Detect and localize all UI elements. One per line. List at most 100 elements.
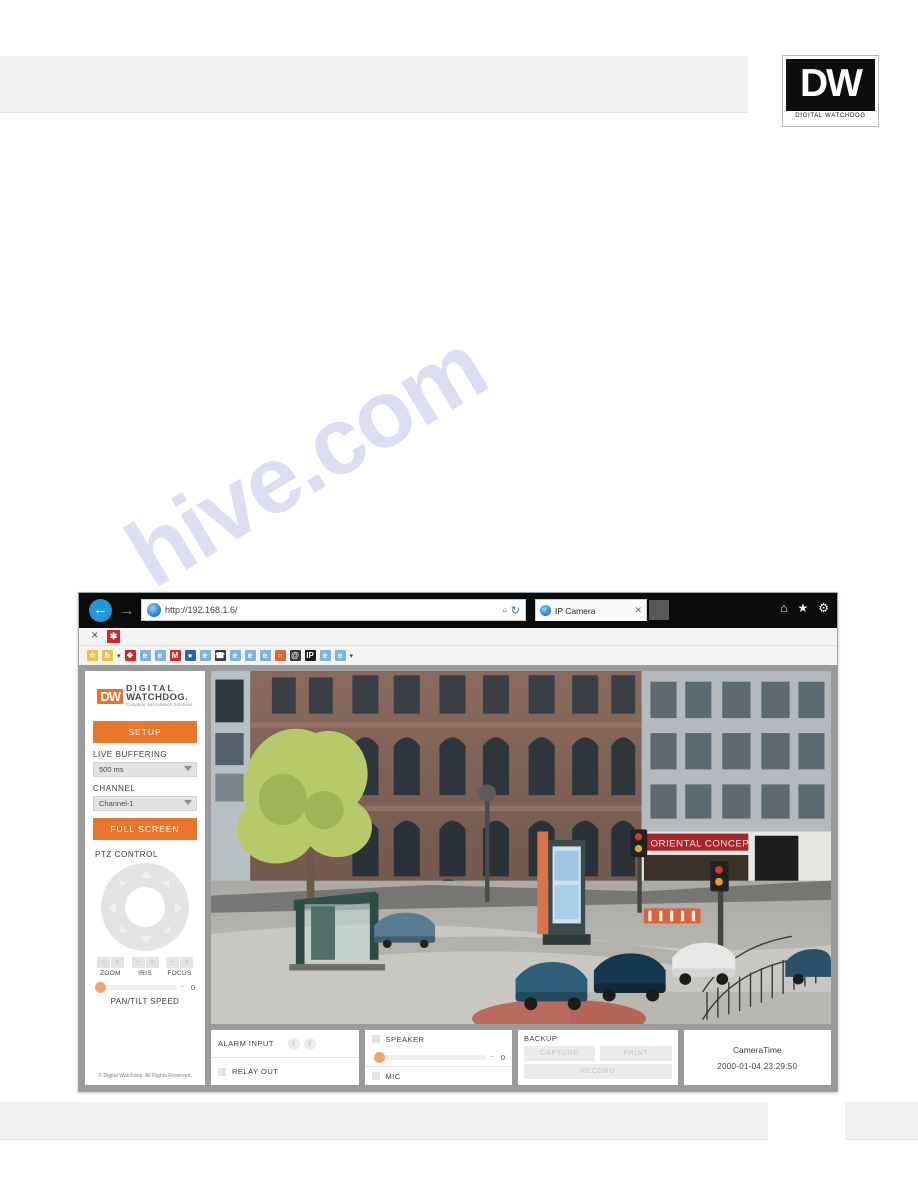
pan-tilt-speed-label: PAN/TILT SPEED (110, 997, 180, 1006)
ptz-up-left-icon[interactable] (116, 877, 128, 889)
strip-close-icon[interactable]: ✕ (91, 630, 99, 641)
home-icon[interactable]: ⌂ (780, 602, 787, 614)
pan-tilt-speed-slider[interactable]: − 0 (95, 982, 195, 993)
favorite-circle-icon[interactable]: ○ (274, 650, 286, 661)
alarm-input-1[interactable]: 1 (287, 1037, 300, 1050)
favorite-phone-icon[interactable]: ☎ (214, 650, 226, 661)
favorite-page-icon-4[interactable]: e (229, 650, 241, 661)
favorite-page-icon-8[interactable]: e (334, 650, 346, 661)
dw-logo-mark: DW (786, 59, 875, 111)
focus-far-button[interactable]: + (180, 957, 193, 968)
tab-title: IP Camera (555, 605, 596, 616)
audio-panel: SPEAKER − 0 MIC (364, 1030, 513, 1085)
print-button[interactable]: PRINT (600, 1046, 672, 1061)
pan-tilt-speed-knob[interactable] (95, 982, 106, 993)
favorite-caret-icon[interactable]: ▾ (117, 652, 121, 660)
favorite-bing-icon[interactable]: b (102, 650, 113, 661)
ptz-down-right-icon[interactable] (162, 925, 174, 937)
alarm-input-indicators: 1 2 (287, 1037, 316, 1050)
browser-command-strip: ✕ ✱ (79, 628, 837, 646)
iris-decrease-button[interactable]: − (131, 957, 145, 968)
favorite-at-icon[interactable]: @ (289, 650, 301, 661)
speaker-volume-slider[interactable]: − 0 (372, 1051, 505, 1063)
video-frame: ORIENTAL CONCEPTS (211, 671, 831, 1024)
ptz-right-icon[interactable] (174, 902, 182, 914)
iris-control: − + IRIS (130, 957, 161, 977)
relay-out-row: RELAY OUT (211, 1057, 359, 1085)
speaker-volume-track[interactable] (373, 1051, 487, 1063)
favorite-page-icon-3[interactable]: e (199, 650, 211, 661)
refresh-icon[interactable]: ↻ (511, 604, 520, 617)
ptz-down-icon[interactable] (140, 936, 152, 944)
pan-tilt-speed-track[interactable] (95, 982, 177, 993)
favorite-page-icon-5[interactable]: e (244, 650, 256, 661)
alarm-input-2[interactable]: 2 (303, 1037, 316, 1050)
dw-logo-caption: DIGITAL WATCHDOG (795, 113, 866, 119)
speaker-volume-value: 0 (500, 1052, 505, 1062)
favorite-globe-icon[interactable]: ● (184, 650, 196, 661)
speaker-row: SPEAKER (365, 1030, 513, 1048)
chevron-down-icon (184, 800, 192, 805)
mic-row: MIC (364, 1066, 512, 1085)
setup-button[interactable]: SETUP (93, 721, 197, 743)
favorite-ip-icon[interactable]: IP (304, 650, 316, 661)
ptz-up-icon[interactable] (140, 870, 152, 878)
favorite-diamond-icon[interactable]: ❖ (124, 650, 136, 661)
channel-value: Channel-1 (99, 799, 134, 808)
capture-button[interactable]: CAPTURE (524, 1046, 596, 1061)
mic-checkbox[interactable] (371, 1072, 380, 1080)
chevron-down-icon (184, 766, 192, 771)
live-buffering-label: LIVE BUFFERING (93, 750, 168, 759)
favorite-page-icon-1[interactable]: e (139, 650, 151, 661)
app-main: ORIENTAL CONCEPTS ALARM INPUT 1 2 RELAY … (211, 671, 831, 1085)
favorites-star-icon[interactable]: ★ (797, 602, 808, 614)
live-buffering-value: 500 ms (99, 765, 124, 774)
zoom-in-button[interactable]: + (111, 957, 124, 968)
forward-button[interactable]: → (118, 601, 136, 621)
focus-near-button[interactable]: − (166, 957, 179, 968)
ptz-ring[interactable] (101, 863, 189, 951)
relay-out-label: RELAY OUT (232, 1067, 279, 1076)
channel-select[interactable]: Channel-1 (93, 796, 197, 811)
fullscreen-button[interactable]: FULL SCREEN (93, 818, 197, 840)
sidebar-logo-line2: WATCHDOG. (126, 691, 189, 703)
ptz-down-left-icon[interactable] (116, 925, 128, 937)
document-footer-band-right (845, 1102, 918, 1140)
favorite-add-icon[interactable]: ☆ (87, 650, 98, 661)
favorite-page-icon-7[interactable]: e (319, 650, 331, 661)
speaker-volume-row: − 0 (365, 1048, 513, 1066)
svg-text:ORIENTAL CONCEPTS: ORIENTAL CONCEPTS (650, 838, 762, 849)
iris-label: IRIS (138, 970, 152, 977)
focus-label: FOCUS (167, 970, 192, 977)
alarm-input-label: ALARM INPUT (218, 1039, 274, 1048)
favorite-gmail-icon[interactable]: M (169, 650, 181, 661)
iris-increase-button[interactable]: + (145, 957, 159, 968)
record-button[interactable]: RECORD (524, 1064, 672, 1079)
speaker-volume-knob[interactable] (373, 1051, 385, 1063)
favorite-page-icon-6[interactable]: e (259, 650, 271, 661)
addon-icon[interactable]: ✱ (107, 630, 120, 643)
favorite-page-icon-2[interactable]: e (154, 650, 166, 661)
app-sidebar: DW DIGITAL WATCHDOG. Complete Surveillan… (85, 671, 205, 1085)
browser-window: ← → http://192.168.1.6/ ⌕ ↻ IP Camera ✕ … (78, 592, 838, 1092)
live-video-stream[interactable]: ORIENTAL CONCEPTS (211, 671, 831, 1024)
favorites-bar: ☆ b ▾ ❖ e e M ● e ☎ e e e ○ @ IP e e ▾ (79, 646, 837, 666)
lens-controls: − + ZOOM − + IRIS − + FOCUS (95, 957, 195, 977)
back-button[interactable]: ← (89, 599, 112, 622)
speaker-checkbox[interactable] (371, 1035, 380, 1043)
new-tab-button[interactable] (649, 600, 669, 620)
settings-gear-icon[interactable]: ⚙ (818, 602, 829, 614)
tab-close-icon[interactable]: ✕ (634, 605, 642, 616)
browser-tab[interactable]: IP Camera ✕ (535, 599, 647, 621)
camera-time-panel: CameraTime 2000-01-04 23:29:50 (683, 1030, 831, 1085)
ptz-left-icon[interactable] (108, 902, 116, 914)
live-buffering-select[interactable]: 500 ms (93, 762, 197, 777)
search-icon[interactable]: ⌕ (502, 605, 508, 616)
zoom-out-button[interactable]: − (97, 957, 110, 968)
ptz-joystick[interactable] (93, 863, 197, 951)
favorite-overflow-caret[interactable]: ▾ (350, 652, 354, 660)
address-bar[interactable]: http://192.168.1.6/ ⌕ ↻ (141, 599, 526, 621)
ptz-up-right-icon[interactable] (162, 877, 174, 889)
address-bar-value: http://192.168.1.6/ (165, 605, 238, 615)
relay-out-checkbox[interactable] (218, 1067, 226, 1076)
